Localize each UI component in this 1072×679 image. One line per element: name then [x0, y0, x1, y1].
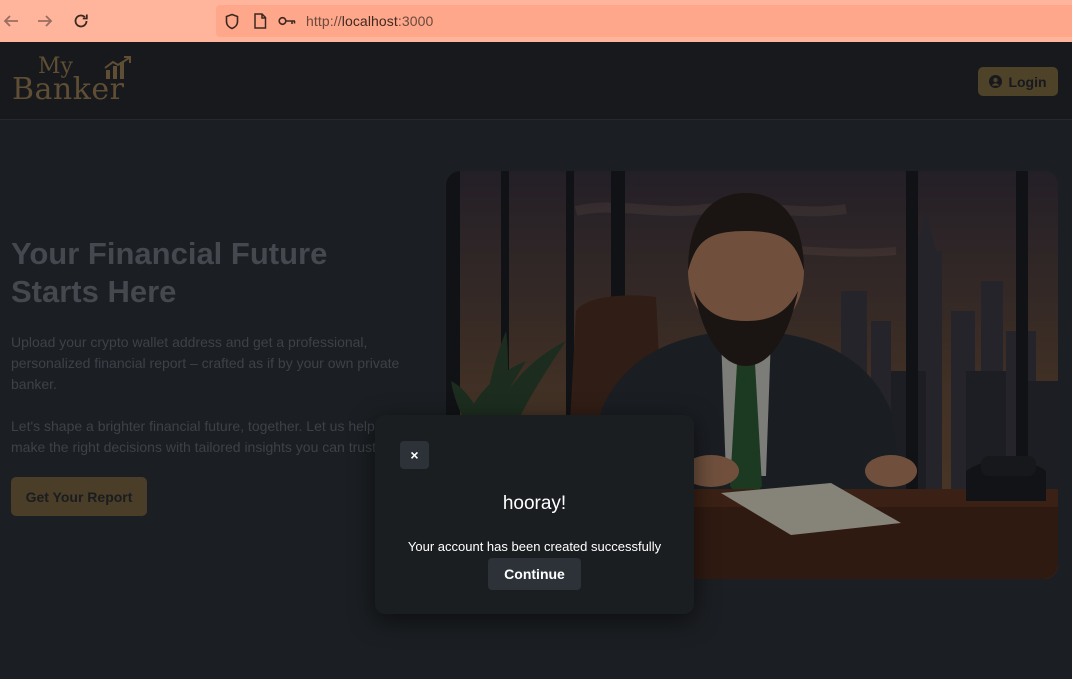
url-text[interactable]: http://localhost:3000: [306, 13, 433, 29]
hero-tagline: Let's shape a brighter financial future,…: [11, 418, 402, 455]
modal-title: hooray!: [502, 493, 567, 514]
user-circle-icon: [989, 75, 1003, 88]
logo[interactable]: My Banker: [12, 54, 134, 108]
url-scheme: http://: [306, 13, 342, 29]
address-bar[interactable]: http://localhost:3000: [216, 5, 1072, 37]
continue-button[interactable]: Continue: [488, 558, 581, 590]
key-icon[interactable]: [278, 13, 296, 29]
success-modal: × hooray! Your account has been created …: [375, 415, 694, 614]
back-arrow-icon[interactable]: [0, 10, 22, 32]
site-header: My Banker Login: [0, 42, 1072, 120]
shield-icon[interactable]: [223, 13, 241, 29]
login-button[interactable]: Login: [978, 67, 1058, 96]
close-icon[interactable]: ×: [400, 441, 429, 469]
browser-toolbar: http://localhost:3000: [0, 0, 1072, 42]
get-report-button[interactable]: Get Your Report: [11, 477, 147, 516]
reload-icon[interactable]: [70, 10, 92, 32]
hero-title: Your Financial Future Starts Here: [11, 236, 328, 309]
url-port: :3000: [397, 13, 434, 29]
forward-arrow-icon[interactable]: [34, 10, 56, 32]
url-host: localhost: [341, 13, 398, 29]
logo-text-bottom: Banker: [12, 72, 125, 107]
modal-message: Your account has been created successful…: [407, 539, 662, 554]
page-icon[interactable]: [251, 13, 269, 29]
login-label: Login: [1008, 73, 1047, 90]
hero-description: Upload your crypto wallet address and ge…: [11, 334, 400, 392]
